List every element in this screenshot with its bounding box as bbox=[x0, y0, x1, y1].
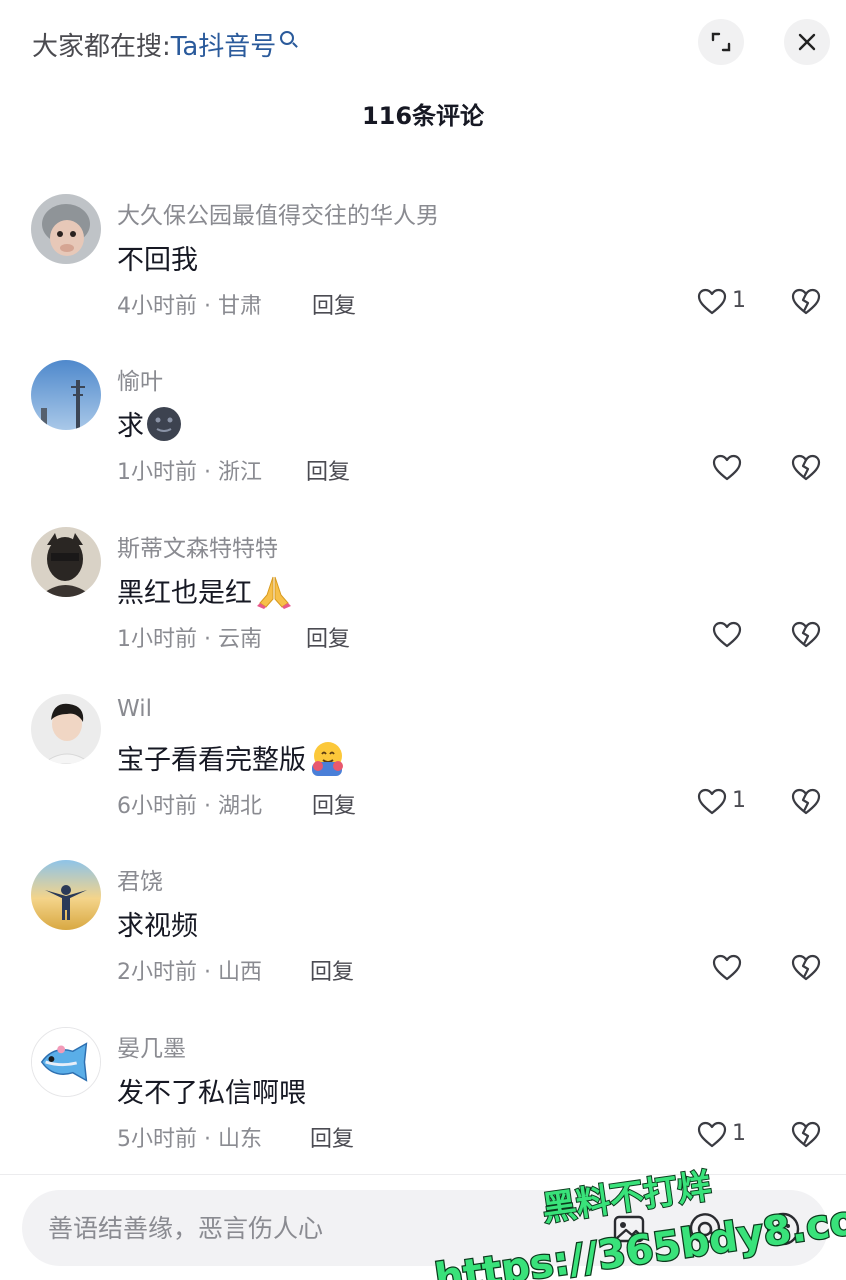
image-icon bbox=[613, 1215, 645, 1243]
emoji-button[interactable] bbox=[764, 1210, 802, 1248]
comment-username[interactable]: 君饶 bbox=[117, 862, 163, 896]
folded-hands-emoji bbox=[254, 573, 294, 616]
search-suggestion-prefix: 大家都在搜: bbox=[32, 32, 171, 62]
like-button[interactable] bbox=[711, 952, 747, 984]
comment-text: 黑红也是红 bbox=[117, 571, 294, 616]
dislike-button[interactable] bbox=[790, 1119, 822, 1151]
reply-button[interactable]: 回复 bbox=[310, 954, 354, 986]
dislike-button[interactable] bbox=[790, 786, 822, 818]
close-button[interactable] bbox=[784, 19, 830, 65]
comment-meta: 5小时前 · 山东 bbox=[117, 1127, 262, 1152]
avatar[interactable] bbox=[31, 694, 101, 764]
comment-item: 大久保公园最值得交往的华人男 不回我 4小时前 · 甘肃 回复 1 bbox=[0, 194, 846, 354]
top-bar: 大家都在搜:Ta抖音号 bbox=[0, 0, 846, 90]
comment-text: 宝子看看完整版 bbox=[117, 738, 346, 783]
divider bbox=[0, 1174, 846, 1175]
reply-button[interactable]: 回复 bbox=[312, 288, 356, 320]
comment-meta: 6小时前 · 湖北 bbox=[117, 794, 262, 819]
comment-input-bar bbox=[22, 1190, 828, 1266]
expand-icon bbox=[711, 32, 731, 52]
dislike-button[interactable] bbox=[790, 952, 822, 984]
comment-item: 君饶 求视频 2小时前 · 山西 回复 bbox=[0, 860, 846, 1020]
hugging-face-emoji bbox=[308, 740, 346, 783]
heart-icon bbox=[712, 954, 742, 981]
avatar[interactable] bbox=[31, 1027, 101, 1097]
comment-meta: 1小时前 · 浙江 bbox=[117, 460, 262, 485]
search-suggestion[interactable]: 大家都在搜:Ta抖音号 bbox=[32, 26, 295, 63]
broken-heart-icon bbox=[791, 954, 821, 981]
close-icon bbox=[798, 33, 816, 51]
reply-button[interactable]: 回复 bbox=[306, 454, 350, 486]
dislike-button[interactable] bbox=[790, 452, 822, 484]
dislike-button[interactable] bbox=[790, 619, 822, 651]
smiley-icon bbox=[766, 1212, 800, 1246]
avatar[interactable] bbox=[31, 527, 101, 597]
comment-item: 晏几墨 发不了私信啊喂 5小时前 · 山东 回复 1 bbox=[0, 1027, 846, 1187]
broken-heart-icon bbox=[791, 288, 821, 315]
comment-input[interactable] bbox=[48, 1212, 568, 1244]
like-count: 1 bbox=[732, 288, 746, 313]
heart-icon bbox=[712, 454, 742, 481]
reply-button[interactable]: 回复 bbox=[306, 621, 350, 653]
like-button[interactable]: 1 bbox=[696, 286, 752, 318]
heart-icon bbox=[697, 788, 727, 815]
broken-heart-icon bbox=[791, 788, 821, 815]
broken-heart-icon bbox=[791, 454, 821, 481]
reply-button[interactable]: 回复 bbox=[310, 1121, 354, 1153]
broken-heart-icon bbox=[791, 1121, 821, 1148]
comment-username[interactable]: 晏几墨 bbox=[117, 1029, 186, 1063]
reply-button[interactable]: 回复 bbox=[312, 788, 356, 820]
comment-item: 斯蒂文森特特特 黑红也是红 1小时前 · 云南 回复 bbox=[0, 527, 846, 687]
comment-meta: 4小时前 · 甘肃 bbox=[117, 294, 262, 319]
search-icon bbox=[280, 31, 295, 45]
new-moon-face-emoji bbox=[146, 406, 182, 449]
avatar[interactable] bbox=[31, 194, 101, 264]
like-count: 1 bbox=[732, 1121, 746, 1146]
heart-icon bbox=[697, 1121, 727, 1148]
like-button[interactable]: 1 bbox=[696, 1119, 752, 1151]
comment-item: Wil 宝子看看完整版 6小时前 · 湖北 回复 1 bbox=[0, 694, 846, 854]
heart-icon bbox=[697, 288, 727, 315]
comment-username[interactable]: 大久保公园最值得交往的华人男 bbox=[117, 196, 439, 230]
like-button[interactable] bbox=[711, 452, 747, 484]
comment-username[interactable]: 愉叶 bbox=[117, 362, 163, 396]
heart-icon bbox=[712, 621, 742, 648]
comment-meta: 2小时前 · 山西 bbox=[117, 960, 262, 985]
image-button[interactable] bbox=[610, 1210, 648, 1248]
comment-text: 求 bbox=[117, 404, 182, 449]
comment-count-title: 116条评论 bbox=[361, 102, 485, 130]
search-suggestion-keyword[interactable]: Ta抖音号 bbox=[171, 32, 277, 62]
like-button[interactable] bbox=[711, 619, 747, 651]
like-count: 1 bbox=[732, 788, 746, 813]
comment-username[interactable]: 斯蒂文森特特特 bbox=[117, 529, 278, 563]
comment-item: 愉叶 求 1小时前 · 浙江 回复 bbox=[0, 360, 846, 520]
at-icon bbox=[689, 1213, 721, 1244]
like-button[interactable]: 1 bbox=[696, 786, 752, 818]
expand-button[interactable] bbox=[698, 19, 744, 65]
comment-username[interactable]: Wil bbox=[117, 696, 152, 722]
comment-meta: 1小时前 · 云南 bbox=[117, 627, 262, 652]
dislike-button[interactable] bbox=[790, 286, 822, 318]
avatar[interactable] bbox=[31, 360, 101, 430]
comment-text: 求视频 bbox=[117, 911, 198, 942]
mention-button[interactable] bbox=[686, 1210, 724, 1248]
comment-text: 不回我 bbox=[117, 245, 198, 276]
comment-text: 发不了私信啊喂 bbox=[117, 1078, 306, 1109]
avatar[interactable] bbox=[31, 860, 101, 930]
broken-heart-icon bbox=[791, 621, 821, 648]
